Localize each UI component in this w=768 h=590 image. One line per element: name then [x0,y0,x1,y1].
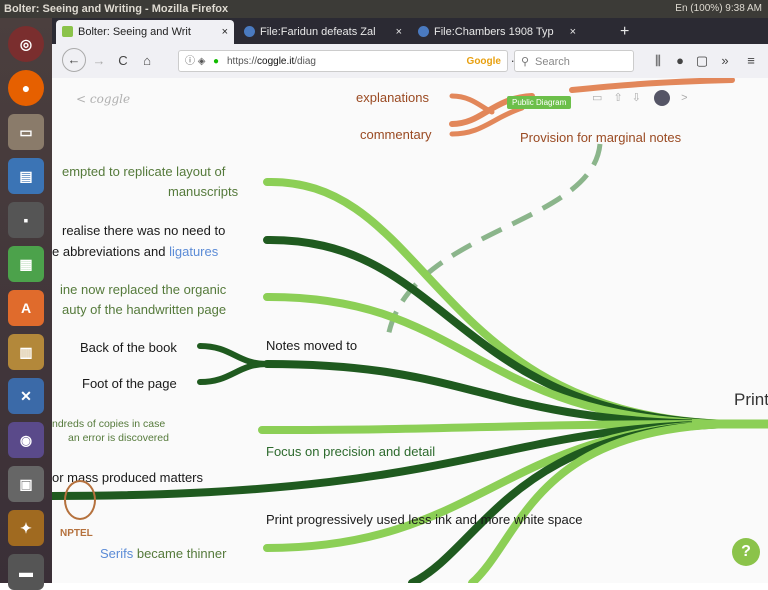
mind-map-branches [52,78,768,583]
lock-icon: ● [213,56,220,67]
writer-icon[interactable]: ▤ [8,158,44,194]
search-input[interactable]: ⚲ Search [514,50,634,72]
node-marginal-notes[interactable]: Provision for marginal notes [520,130,681,145]
home-button[interactable]: ⌂ [138,51,156,71]
serifs-link[interactable]: Serifs [100,546,133,561]
close-tab-icon[interactable]: × [570,20,576,44]
tab-label: File:Chambers 1908 Typ [434,26,554,38]
app-icon-2[interactable]: ▣ [8,466,44,502]
close-tab-icon[interactable]: × [222,20,228,44]
branch-back-of-book [197,343,270,367]
node-explanations[interactable]: explanations [356,90,429,105]
calc-icon[interactable]: ▦ [8,246,44,282]
node-print[interactable]: Print [734,390,768,410]
node-machine-line2[interactable]: auty of the handwritten page [62,302,226,317]
terminal-icon[interactable]: ▪ [8,202,44,238]
pocket-icon[interactable]: ● [672,51,688,71]
help-button[interactable]: ? [732,538,760,566]
coggle-favicon-icon [62,26,73,37]
branch-explanations [449,93,495,115]
new-tab-button[interactable]: + [620,20,629,44]
library-icon[interactable]: ⫼ [650,51,666,71]
upload-icon[interactable]: ⇧ [613,92,622,104]
trash-icon[interactable]: ▬ [8,554,44,590]
node-commentary[interactable]: commentary [360,127,432,142]
node-attempted-line2[interactable]: manuscripts [168,184,238,199]
node-back-of-book[interactable]: Back of the book [80,340,177,355]
branch-orange-top [569,78,735,93]
ligatures-link[interactable]: ligatures [169,244,218,259]
system-status: En (100%) 9:38 AM [675,3,762,14]
node-realise-line2[interactable]: e abbreviations and ligatures [52,244,218,259]
node-precision[interactable]: Focus on precision and detail [266,444,435,459]
tab-label: Bolter: Seeing and Writ [78,26,191,38]
back-button[interactable]: ← [62,48,86,72]
tab-label: File:Faridun defeats Zal [260,26,376,38]
overflow-menu-button[interactable]: » [716,51,734,71]
url-bar[interactable]: ⓘ ◈ ● https://coggle.it/diag Google [178,50,508,72]
google-search-badge[interactable]: Google [467,51,501,73]
document-viewer-icon[interactable]: ▥ [8,334,44,370]
wikipedia-favicon-icon [418,26,429,37]
wikipedia-favicon-icon [244,26,255,37]
files-icon[interactable]: ▭ [8,114,44,150]
tab-bar: Bolter: Seeing and Writ × File:Faridun d… [52,18,768,44]
node-attempted-line1[interactable]: empted to replicate layout of [62,164,225,179]
avatar[interactable] [654,90,671,106]
firefox-icon[interactable]: ● [8,70,44,106]
download-icon[interactable]: ⇩ [632,92,641,104]
launcher: ◎ ● ▭ ▤ ▪ ▦ A ▥ ✕ ◉ ▣ ✦ ▬ [0,18,52,590]
search-icon: ⚲ [521,56,530,68]
info-icon[interactable]: ⓘ ◈ [185,51,205,73]
branch-foot-of-page [197,361,270,385]
forward-button[interactable]: → [90,51,108,71]
system-top-bar: Bolter: Seeing and Writing - Mozilla Fir… [0,0,768,18]
app-icon[interactable]: ✕ [8,378,44,414]
comment-icon[interactable]: ▭ [592,92,602,104]
node-serifs[interactable]: Serifs became thinner [100,546,226,561]
search-placeholder: Search [535,56,570,68]
nptel-emblem-icon [64,480,96,520]
tab-chambers[interactable]: File:Chambers 1908 Typ × [412,20,582,44]
software-center-icon[interactable]: A [8,290,44,326]
public-diagram-badge[interactable]: Public Diagram [507,96,572,109]
diagram-toolbar: ▭ ⇧ ⇩ > [592,90,768,114]
reload-button[interactable]: C [114,51,132,71]
node-notes-moved[interactable]: Notes moved to [266,338,357,353]
node-copies-line1[interactable]: ndreds of copies in case [52,418,165,430]
url-text: https://coggle.it/diag [227,56,316,67]
navigation-toolbar: ← → C ⌂ ⓘ ◈ ● https://coggle.it/diag Goo… [52,44,768,79]
ubuntu-dash-icon[interactable]: ◎ [8,26,44,62]
node-less-ink[interactable]: Print progressively used less ink and mo… [266,512,582,527]
media-icon[interactable]: ◉ [8,422,44,458]
branch-less-ink [263,420,736,552]
node-copies-line2[interactable]: an error is discovered [68,432,169,444]
hamburger-menu-icon[interactable]: ≡ [742,51,760,71]
sidebar-icon[interactable]: ▢ [694,51,710,71]
node-foot-of-page[interactable]: Foot of the page [82,376,177,391]
node-realise-line1[interactable]: realise there was no need to [62,223,225,238]
nptel-text: NPTEL [60,528,93,539]
share-icon[interactable]: > [681,92,687,104]
nptel-logo: NPTEL [60,480,100,546]
close-tab-icon[interactable]: × [396,20,402,44]
branch-machine [263,292,736,428]
dashed-connector [384,143,603,344]
node-machine-line1[interactable]: ine now replaced the organic [60,282,226,297]
coggle-canvas[interactable]: < coggle Public Diagram ▭ ⇧ ⇩ > explanat… [52,78,768,583]
app-icon-3[interactable]: ✦ [8,510,44,546]
tab-faridun[interactable]: File:Faridun defeats Zal × [238,20,408,44]
window-title: Bolter: Seeing and Writing - Mozilla Fir… [4,3,229,15]
tab-bolter[interactable]: Bolter: Seeing and Writ × [56,20,234,44]
coggle-back-link[interactable]: < coggle [76,92,130,106]
